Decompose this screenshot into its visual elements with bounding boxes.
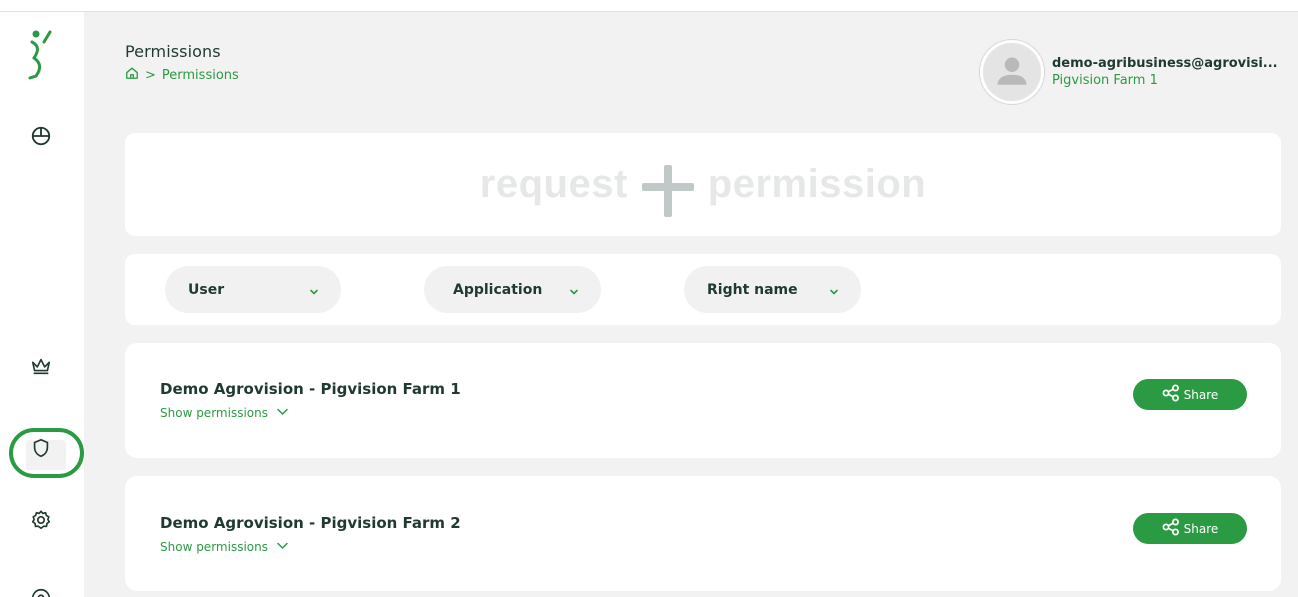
help-circle-icon <box>30 587 52 597</box>
chevron-down-icon <box>829 285 839 295</box>
share-icon <box>1162 384 1184 405</box>
sidebar-item-permissions[interactable] <box>21 430 61 470</box>
sidebar-item-dashboard[interactable] <box>21 118 61 158</box>
filter-user-dropdown[interactable]: User <box>165 266 341 313</box>
chevron-down-icon <box>309 285 319 295</box>
share-label: Share <box>1183 521 1219 536</box>
runner-logo-icon[interactable] <box>24 28 60 88</box>
breadcrumb: > Permissions <box>125 66 239 84</box>
filter-application-label: Application <box>453 281 543 298</box>
show-permissions-toggle[interactable]: Show permissions <box>160 405 289 421</box>
permission-word: permission <box>707 162 927 206</box>
chevron-down-icon <box>268 539 289 555</box>
gear-icon <box>30 509 52 535</box>
pie-chart-icon <box>30 125 52 151</box>
chevron-down-icon <box>268 405 289 421</box>
crown-icon <box>30 355 52 381</box>
user-menu[interactable]: demo-agribusiness@agrovisi... Pigvision … <box>980 40 1284 104</box>
show-permissions-label: Show permissions <box>160 406 268 420</box>
request-word: request <box>479 162 628 206</box>
request-permission-button[interactable]: request permission <box>125 133 1281 236</box>
avatar[interactable] <box>980 40 1044 104</box>
filter-bar: User Application Right name <box>125 254 1281 325</box>
breadcrumb-current[interactable]: Permissions <box>162 68 239 83</box>
farm-card: Demo Agrovision - Pigvision Farm 1 Show … <box>125 343 1281 458</box>
user-placeholder-icon <box>997 57 1027 85</box>
plus-icon <box>641 164 694 217</box>
sidebar <box>0 12 84 597</box>
share-label: Share <box>1183 387 1219 402</box>
top-border <box>0 0 1298 12</box>
farm-name: Demo Agrovision - Pigvision Farm 1 <box>160 380 461 398</box>
farm-card: Demo Agrovision - Pigvision Farm 2 Show … <box>125 476 1281 591</box>
page-title: Permissions <box>125 42 221 61</box>
request-permission-label: request permission <box>479 159 927 217</box>
share-button[interactable]: Share <box>1133 513 1247 544</box>
page-header: Permissions > Permissions <box>125 42 239 84</box>
sidebar-item-help[interactable] <box>21 580 61 597</box>
filter-user-label: User <box>188 281 225 298</box>
user-farm: Pigvision Farm 1 <box>1052 73 1158 88</box>
show-permissions-toggle[interactable]: Show permissions <box>160 539 289 555</box>
share-button[interactable]: Share <box>1133 379 1247 410</box>
filter-application-dropdown[interactable]: Application <box>424 266 601 313</box>
farm-name: Demo Agrovision - Pigvision Farm 2 <box>160 514 461 532</box>
sidebar-item-subscription[interactable] <box>21 348 61 388</box>
sidebar-item-settings[interactable] <box>21 502 61 542</box>
filter-right-name-dropdown[interactable]: Right name <box>684 266 861 313</box>
chevron-down-icon <box>569 285 579 295</box>
shield-icon <box>30 437 52 463</box>
user-email: demo-agribusiness@agrovisi... <box>1052 56 1278 71</box>
show-permissions-label: Show permissions <box>160 540 268 554</box>
filter-right-name-label: Right name <box>707 281 798 298</box>
breadcrumb-separator: > <box>145 67 156 83</box>
user-info: demo-agribusiness@agrovisi... Pigvision … <box>1052 56 1284 88</box>
share-icon <box>1162 518 1184 539</box>
home-icon[interactable] <box>125 66 145 84</box>
